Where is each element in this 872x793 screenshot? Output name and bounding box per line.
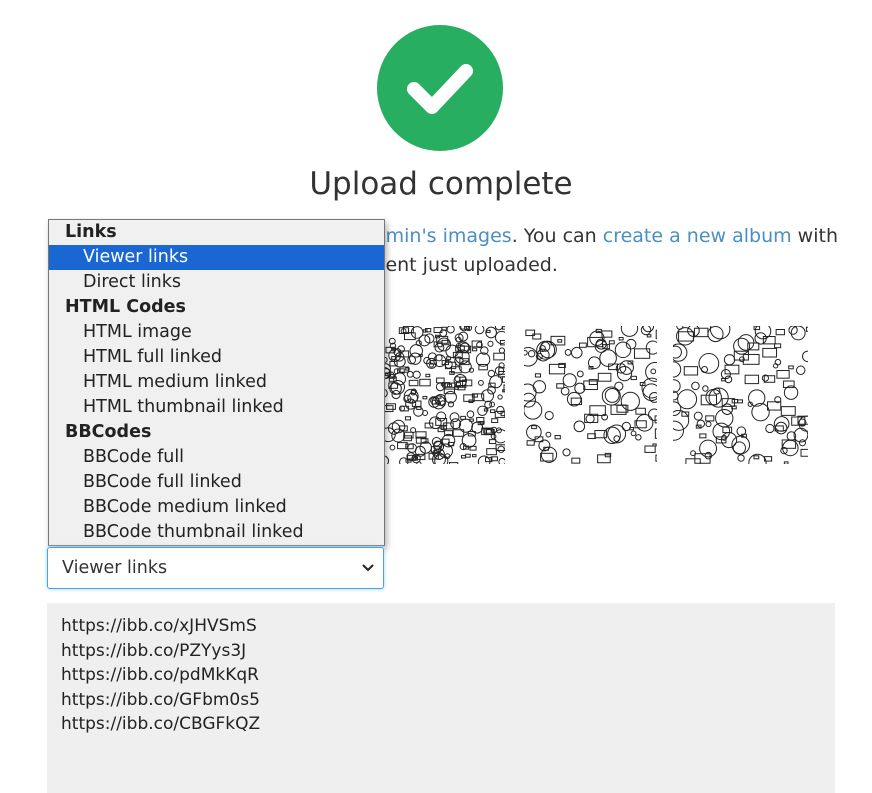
dropdown-option[interactable]: HTML medium linked	[49, 370, 384, 395]
dropdown-option[interactable]: HTML thumbnail linked	[49, 395, 384, 420]
dropdown-option[interactable]: Direct links	[49, 270, 384, 295]
option-group-label: Links	[65, 222, 117, 242]
message-text: with	[791, 225, 838, 247]
embed-codes-select[interactable]: Viewer links	[47, 547, 384, 589]
page-title: Upload complete	[309, 166, 573, 202]
link-line: https://ibb.co/GFbm0s5	[61, 689, 260, 710]
user-images-link[interactable]: Amin's images	[373, 225, 512, 247]
link-line: https://ibb.co/CBGFkQZ	[61, 714, 261, 734]
option-group-label: BBCodes	[65, 422, 152, 442]
create-album-link[interactable]: create a new album	[603, 225, 792, 247]
embed-codes-dropdown-list[interactable]: Links Viewer links Direct links HTML Codes H…	[48, 219, 385, 546]
dropdown-option[interactable]: BBCode full linked	[49, 470, 384, 495]
link-line: https://ibb.co/xJHVSmS	[61, 616, 257, 636]
link-line: https://ibb.co/PZYys3J	[61, 640, 247, 661]
dropdown-option[interactable]: BBCode full	[49, 445, 384, 470]
dropdown-option[interactable]: Viewer links	[49, 245, 384, 270]
selected-option: Viewer links	[62, 558, 168, 578]
link-line: https://ibb.co/pdMkKqR	[61, 665, 259, 685]
option-group-label: HTML Codes	[65, 297, 186, 317]
message-text: . You can	[511, 225, 603, 247]
uploaded-image-thumbnail[interactable]	[383, 326, 505, 464]
uploaded-image-thumbnail[interactable]	[673, 326, 808, 464]
dropdown-option[interactable]: HTML full linked	[49, 345, 384, 370]
upload-success-icon	[377, 25, 503, 151]
dropdown-option[interactable]: HTML image	[49, 320, 384, 345]
uploaded-image-thumbnail[interactable]	[524, 326, 657, 464]
dropdown-option[interactable]: BBCode thumbnail linked	[49, 520, 384, 545]
dropdown-option[interactable]: BBCode medium linked	[49, 495, 384, 520]
chevron-down-icon	[361, 548, 375, 604]
embed-codes-textarea[interactable]: https://ibb.co/xJHVSmS https://ibb.co/PZY…	[47, 603, 835, 793]
